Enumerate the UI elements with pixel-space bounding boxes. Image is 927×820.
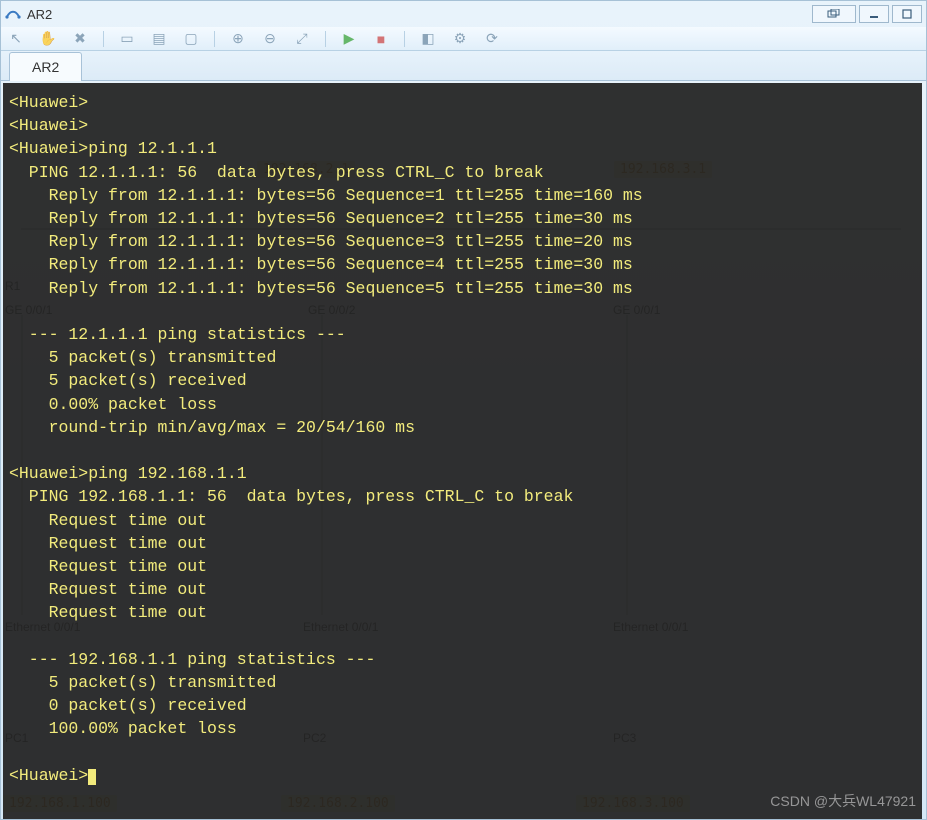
- terminal-line: Reply from 12.1.1.1: bytes=56 Sequence=3…: [9, 232, 633, 251]
- terminal-line: 100.00% packet loss: [9, 719, 237, 738]
- capture-icon[interactable]: ◧: [419, 30, 437, 48]
- watermark-text: CSDN @大兵WL47921: [770, 791, 916, 811]
- terminal-line: <Huawei>ping 192.168.1.1: [9, 464, 247, 483]
- window-maximize-button[interactable]: [892, 5, 922, 23]
- window-title: AR2: [27, 7, 52, 22]
- zoom-in-icon[interactable]: ⊕: [229, 30, 247, 48]
- app-window: AR2 ↖ ✋ ✖ ▭ ▤ ▢ ⊕ ⊖ ⤢ ▶ ■ ◧ ⚙ ⟳ AR2: [0, 0, 927, 820]
- comment-icon[interactable]: ▤: [150, 30, 168, 48]
- terminal-line: <Huawei>: [9, 116, 88, 135]
- terminal-line: Reply from 12.1.1.1: bytes=56 Sequence=2…: [9, 209, 633, 228]
- delete-icon[interactable]: ✖: [71, 30, 89, 48]
- terminal-line: Request time out: [9, 580, 207, 599]
- terminal-line: Reply from 12.1.1.1: bytes=56 Sequence=1…: [9, 186, 643, 205]
- terminal-line: round-trip min/avg/max = 20/54/160 ms: [9, 418, 415, 437]
- start-icon[interactable]: ▶: [340, 30, 358, 48]
- app-icon: [5, 6, 21, 22]
- toolbar: ↖ ✋ ✖ ▭ ▤ ▢ ⊕ ⊖ ⤢ ▶ ■ ◧ ⚙ ⟳: [1, 27, 926, 51]
- terminal-line: 5 packet(s) transmitted: [9, 673, 276, 692]
- terminal-line: Reply from 12.1.1.1: bytes=56 Sequence=5…: [9, 279, 633, 298]
- terminal-line: 0 packet(s) received: [9, 696, 247, 715]
- terminal-line: Request time out: [9, 534, 207, 553]
- window-restore-button[interactable]: [812, 5, 856, 23]
- terminal-line: Reply from 12.1.1.1: bytes=56 Sequence=4…: [9, 255, 633, 274]
- tab-strip: AR2: [1, 51, 926, 81]
- select-icon[interactable]: ▭: [118, 30, 136, 48]
- terminal-line: --- 192.168.1.1 ping statistics ---: [9, 650, 375, 669]
- terminal-line: <Huawei>ping 12.1.1.1: [9, 139, 217, 158]
- terminal-line: --- 12.1.1.1 ping statistics ---: [9, 325, 346, 344]
- terminal-line: PING 192.168.1.1: 56 data bytes, press C…: [9, 487, 573, 506]
- terminal-line: Request time out: [9, 557, 207, 576]
- terminal-cursor: [88, 769, 96, 785]
- tab-ar2[interactable]: AR2: [9, 52, 82, 81]
- terminal-line: Request time out: [9, 511, 207, 530]
- zoom-out-icon[interactable]: ⊖: [261, 30, 279, 48]
- terminal-line: 5 packet(s) transmitted: [9, 348, 276, 367]
- tab-label: AR2: [32, 59, 59, 75]
- terminal-line: 0.00% packet loss: [9, 395, 217, 414]
- terminal-line: <Huawei>: [9, 766, 88, 785]
- rect-icon[interactable]: ▢: [182, 30, 200, 48]
- fit-icon[interactable]: ⤢: [293, 30, 311, 48]
- terminal-line: <Huawei>: [9, 93, 88, 112]
- settings-icon[interactable]: ⚙: [451, 30, 469, 48]
- cursor-icon[interactable]: ↖: [7, 30, 25, 48]
- titlebar: AR2: [1, 1, 926, 27]
- terminal-line: Request time out: [9, 603, 207, 622]
- terminal-line: 5 packet(s) received: [9, 371, 247, 390]
- window-minimize-button[interactable]: [859, 5, 889, 23]
- tool-icon[interactable]: ⟳: [483, 30, 501, 48]
- pan-icon[interactable]: ✋: [39, 30, 57, 48]
- terminal-output[interactable]: <Huawei> <Huawei> <Huawei>ping 12.1.1.1 …: [3, 83, 922, 819]
- stop-icon[interactable]: ■: [372, 30, 390, 48]
- terminal-line: PING 12.1.1.1: 56 data bytes, press CTRL…: [9, 163, 544, 182]
